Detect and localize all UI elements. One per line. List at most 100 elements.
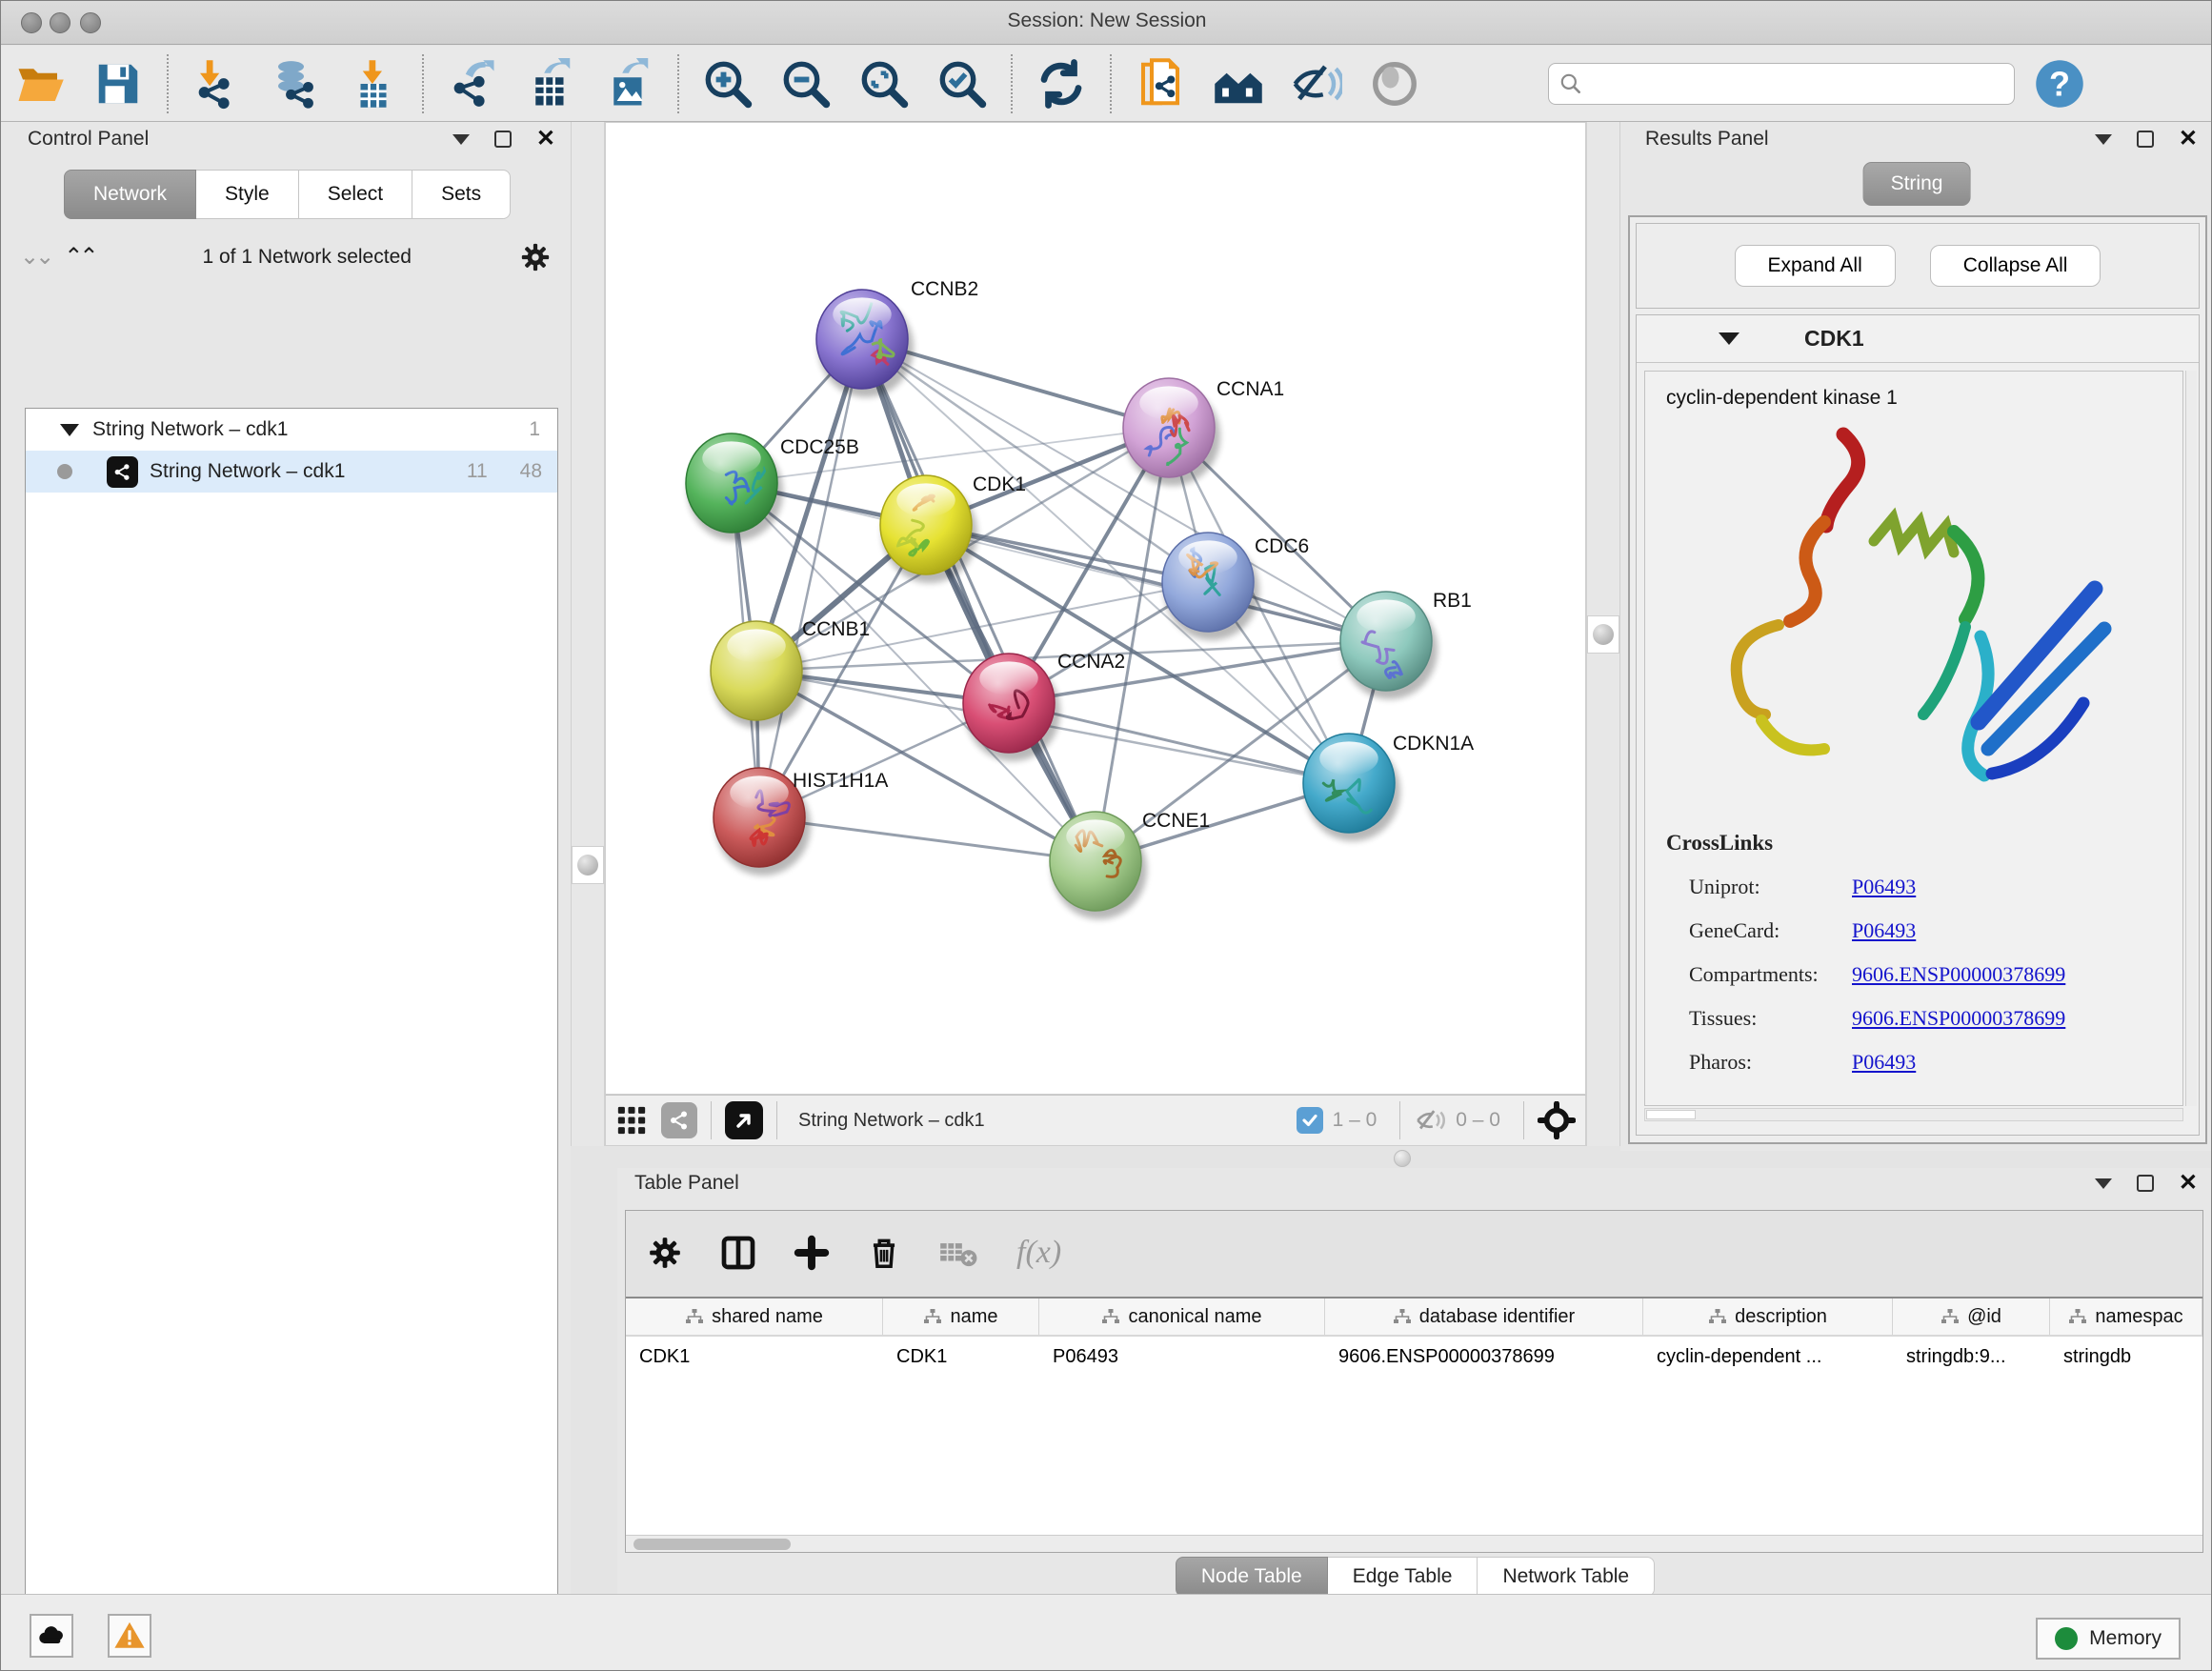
import-table-button[interactable] [346, 56, 401, 111]
table-cell[interactable]: CDK1 [883, 1337, 1039, 1377]
search-input[interactable] [1583, 72, 1983, 95]
left-splitter-handle[interactable] [572, 846, 604, 884]
zoom-fit-button[interactable] [856, 56, 912, 111]
crosslink-link[interactable]: P06493 [1852, 875, 1916, 899]
network-node-CDC6[interactable] [1162, 533, 1259, 640]
cdk1-section-header[interactable]: CDK1 [1637, 315, 2199, 363]
crosslink-link[interactable]: 9606.ENSP00000378699 [1852, 1006, 2065, 1031]
tab-style[interactable]: Style [196, 170, 299, 219]
network-node-CCNB2[interactable] [816, 290, 914, 397]
network-node-CCNE1[interactable] [1050, 812, 1147, 919]
table-scrollbar-thumb[interactable] [633, 1539, 791, 1550]
table-cell[interactable]: stringdb:9... [1893, 1337, 2050, 1377]
right-splitter[interactable] [1586, 122, 1620, 1146]
zoom-in-button[interactable] [700, 56, 755, 111]
delete-column-trash-icon[interactable] [866, 1235, 902, 1271]
column-header-shared-name[interactable]: shared name [626, 1299, 883, 1335]
panel-float-icon[interactable] [2137, 131, 2154, 148]
table-cell[interactable]: CDK1 [626, 1337, 883, 1377]
refresh-button[interactable] [1034, 56, 1089, 111]
panel-menu-icon[interactable] [2095, 134, 2112, 145]
export-table-button[interactable] [523, 56, 578, 111]
network-graph[interactable]: CCNB2CCNA1CDC25BCDK1CDC6RB1CCNB1CCNA2CDK… [606, 123, 1585, 1094]
function-builder-icon: f(x) [1016, 1235, 1061, 1271]
panel-float-icon[interactable] [2137, 1175, 2154, 1192]
collapse-all-networks-icon[interactable]: ⌃⌃ [64, 248, 94, 267]
copy-network-button[interactable] [1133, 56, 1188, 111]
table-cell[interactable]: P06493 [1039, 1337, 1325, 1377]
node-label-RB1: RB1 [1433, 590, 1472, 612]
fit-content-crosshair-icon[interactable] [1538, 1101, 1576, 1139]
memory-button[interactable]: Memory [2036, 1618, 2181, 1660]
warnings-button[interactable] [108, 1614, 151, 1658]
table-row[interactable]: CDK1CDK1P064939606.ENSP00000378699cyclin… [626, 1337, 2202, 1377]
import-network-database-button[interactable] [268, 56, 323, 111]
hide-unhide-button[interactable] [1289, 56, 1344, 111]
network-node-CDKN1A[interactable] [1303, 734, 1400, 841]
column-header-name[interactable]: name [883, 1299, 1039, 1335]
help-button[interactable]: ? [2032, 56, 2087, 111]
network-node-RB1[interactable] [1340, 592, 1438, 699]
table-cell[interactable]: cyclin-dependent ... [1643, 1337, 1893, 1377]
zoom-selected-button[interactable] [935, 56, 990, 111]
table-options-gear-icon[interactable] [647, 1235, 683, 1271]
left-splitter[interactable] [571, 122, 605, 1146]
column-header-@id[interactable]: @id [1893, 1299, 2050, 1335]
panel-close-icon[interactable]: ✕ [536, 131, 555, 148]
open-in-new-window-icon[interactable] [725, 1101, 763, 1139]
show-columns-icon[interactable] [719, 1234, 757, 1272]
bottom-splitter-handle[interactable] [1394, 1150, 1411, 1167]
collection-expand-icon[interactable] [60, 424, 79, 436]
tab-network-table[interactable]: Network Table [1478, 1557, 1655, 1597]
results-horizontal-scrollbar[interactable] [1644, 1108, 2183, 1121]
results-vertical-scrollbar[interactable] [2185, 371, 2197, 1106]
crosslink-link[interactable]: P06493 [1852, 1050, 1916, 1075]
table-horizontal-scrollbar[interactable] [626, 1535, 2202, 1552]
network-share-icon[interactable] [661, 1102, 697, 1138]
birds-eye-view-icon[interactable] [615, 1104, 648, 1137]
zoom-out-button[interactable] [778, 56, 834, 111]
panel-close-icon[interactable]: ✕ [2179, 131, 2198, 148]
show-graphics-button[interactable] [1367, 56, 1422, 111]
crosslink-link[interactable]: 9606.ENSP00000378699 [1852, 962, 2065, 987]
export-network-button[interactable] [445, 56, 500, 111]
right-splitter-handle[interactable] [1587, 615, 1619, 654]
create-column-plus-icon[interactable] [794, 1235, 830, 1271]
tab-sets[interactable]: Sets [412, 170, 511, 219]
column-header-namespac[interactable]: namespac [2050, 1299, 2202, 1335]
tab-string[interactable]: String [1863, 162, 1971, 206]
cloud-status-button[interactable] [30, 1614, 73, 1658]
panel-close-icon[interactable]: ✕ [2179, 1175, 2198, 1192]
selected-checkbox-icon[interactable] [1297, 1107, 1323, 1134]
tab-select[interactable]: Select [299, 170, 412, 219]
network-canvas[interactable]: CCNB2CCNA1CDC25BCDK1CDC6RB1CCNB1CCNA2CDK… [605, 122, 1586, 1095]
network-node-CDC25B[interactable] [686, 433, 783, 541]
panel-menu-icon[interactable] [452, 134, 470, 145]
import-network-file-button[interactable] [190, 56, 245, 111]
column-header-description[interactable]: description [1643, 1299, 1893, 1335]
section-collapse-icon[interactable] [1719, 332, 1739, 345]
export-image-button[interactable] [601, 56, 656, 111]
tab-edge-table[interactable]: Edge Table [1328, 1557, 1478, 1597]
column-header-database-identifier[interactable]: database identifier [1325, 1299, 1643, 1335]
column-header-canonical-name[interactable]: canonical name [1039, 1299, 1325, 1335]
expand-all-networks-icon[interactable]: ⌄⌄ [20, 248, 50, 267]
panel-menu-icon[interactable] [2095, 1178, 2112, 1189]
open-session-button[interactable] [12, 56, 68, 111]
table-cell[interactable]: 9606.ENSP00000378699 [1325, 1337, 1643, 1377]
home-view-button[interactable] [1211, 56, 1266, 111]
network-options-gear-icon[interactable] [519, 241, 552, 273]
tab-network[interactable]: Network [64, 170, 196, 219]
network-node-CCNA1[interactable] [1123, 378, 1220, 486]
network-collection-row[interactable]: String Network – cdk1 1 [26, 409, 557, 451]
save-session-button[interactable] [90, 56, 146, 111]
table-cell[interactable]: stringdb [2050, 1337, 2202, 1377]
expand-all-button[interactable]: Expand All [1735, 245, 1896, 287]
network-node-CCNA2[interactable] [963, 654, 1060, 761]
tab-node-table[interactable]: Node Table [1176, 1557, 1328, 1597]
crosslink-link[interactable]: P06493 [1852, 918, 1916, 943]
collapse-all-button[interactable]: Collapse All [1930, 245, 2101, 287]
panel-float-icon[interactable] [494, 131, 512, 148]
network-node-CDK1[interactable] [880, 475, 977, 583]
network-row[interactable]: String Network – cdk1 11 48 [26, 451, 557, 493]
